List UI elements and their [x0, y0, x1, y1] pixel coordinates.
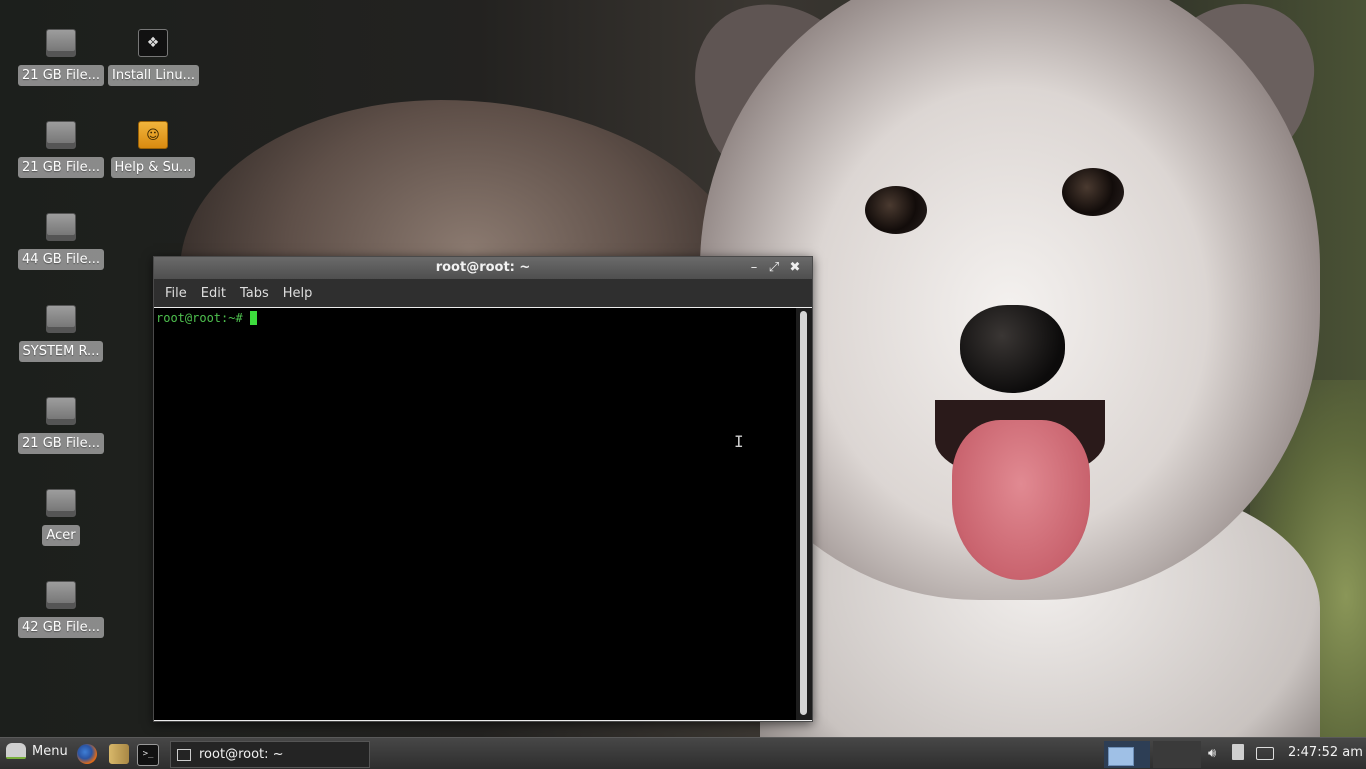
menu-label: Menu — [32, 743, 68, 759]
drive-icon — [46, 29, 76, 57]
desktop-icon-label: 44 GB File... — [18, 249, 104, 270]
desktop-icon-drive-2[interactable]: 21 GB File... — [16, 121, 106, 178]
prompt-text: root@root:~# — [156, 311, 250, 325]
workspace-1[interactable] — [1104, 741, 1150, 768]
desktop-icon-drive-3[interactable]: 44 GB File... — [16, 213, 106, 270]
install-icon: ❖ — [138, 29, 168, 57]
close-icon[interactable]: ✖ — [787, 260, 803, 276]
drive-icon — [46, 581, 76, 609]
drive-icon — [46, 397, 76, 425]
drive-icon — [46, 489, 76, 517]
terminal-icon[interactable]: >_ — [137, 744, 159, 766]
terminal-output[interactable]: root@root:~# — [154, 308, 796, 720]
battery-icon[interactable] — [1256, 747, 1274, 760]
desktop-icon-drive-5[interactable]: 42 GB File... — [16, 581, 106, 638]
menu-edit[interactable]: Edit — [201, 286, 226, 301]
volume-icon[interactable]: 🔊︎ — [1208, 746, 1216, 761]
desktop-icon-label: Help & Su... — [110, 157, 196, 178]
desktop-icon-label: 21 GB File... — [18, 433, 104, 454]
drive-icon — [46, 213, 76, 241]
menu-button[interactable]: Menu — [6, 743, 68, 759]
taskbar-panel: Menu >_ root@root: ~ 🔊︎ 2:47:52 am — [0, 737, 1366, 769]
mouse-ibeam-cursor: I — [734, 432, 744, 451]
desktop-icon-label: Install Linu... — [108, 65, 199, 86]
desktop-icon-label: 42 GB File... — [18, 617, 104, 638]
desktop-icon-install-linux[interactable]: ❖ Install Linu... — [108, 29, 199, 86]
terminal-window-icon — [177, 748, 191, 761]
desktop-icon-help-support[interactable]: ☺ Help & Su... — [108, 121, 198, 178]
menu-tabs[interactable]: Tabs — [240, 286, 269, 301]
network-icon[interactable] — [1232, 744, 1244, 760]
mint-logo-icon — [6, 743, 26, 759]
desktop-icon-drive-4[interactable]: 21 GB File... — [16, 397, 106, 454]
desktop-icon-label: SYSTEM R... — [18, 341, 104, 362]
desktop-icon-label: Acer — [42, 525, 80, 546]
desktop-icon-drive-1[interactable]: 21 GB File... — [16, 29, 106, 86]
maximize-icon[interactable]: ⤢ — [766, 260, 782, 276]
terminal-prompt: root@root:~# — [156, 311, 257, 325]
files-icon[interactable] — [109, 744, 129, 764]
taskbar-item-label: root@root: ~ — [199, 747, 284, 762]
menu-help[interactable]: Help — [283, 286, 313, 301]
minimize-icon[interactable]: – — [746, 260, 762, 276]
desktop-icon-label: 21 GB File... — [18, 157, 104, 178]
menu-file[interactable]: File — [165, 286, 187, 301]
firefox-icon[interactable] — [77, 744, 97, 764]
desktop-icon-acer[interactable]: Acer — [16, 489, 106, 546]
terminal-window[interactable]: root@root: ~ – ⤢ ✖ File Edit Tabs Help r… — [153, 256, 813, 722]
workspace-window-preview — [1108, 747, 1134, 766]
help-icon: ☺ — [138, 121, 168, 149]
desktop-icon-label: 21 GB File... — [18, 65, 104, 86]
drive-icon — [46, 305, 76, 333]
scrollbar-thumb[interactable] — [800, 311, 807, 715]
desktop-icon-system-reserved[interactable]: SYSTEM R... — [16, 305, 106, 362]
window-title: root@root: ~ — [435, 260, 531, 275]
workspace-2[interactable] — [1153, 741, 1201, 768]
window-titlebar[interactable]: root@root: ~ – ⤢ ✖ — [154, 257, 812, 279]
taskbar-item-terminal[interactable]: root@root: ~ — [170, 741, 370, 768]
terminal-scrollbar[interactable] — [796, 308, 812, 720]
terminal-menubar: File Edit Tabs Help — [154, 279, 812, 307]
drive-icon — [46, 121, 76, 149]
text-cursor — [249, 311, 257, 325]
clock[interactable]: 2:47:52 am — [1288, 745, 1363, 760]
